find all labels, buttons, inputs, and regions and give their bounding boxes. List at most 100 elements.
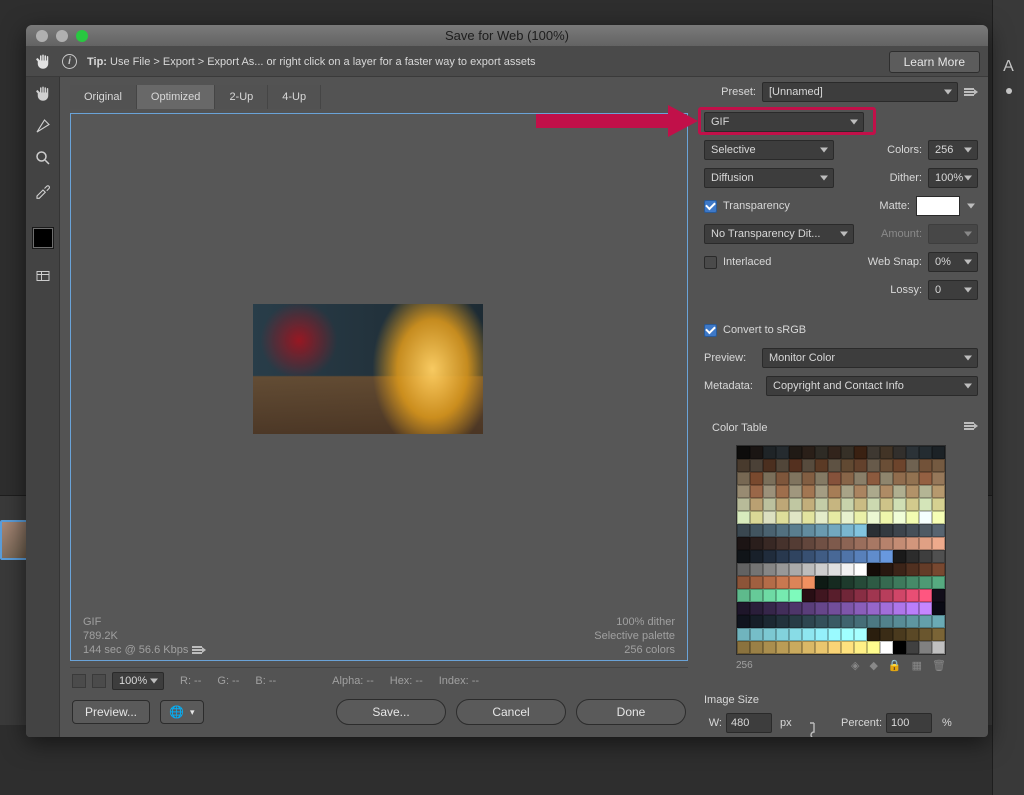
- color-swatch[interactable]: [737, 602, 750, 615]
- color-swatch[interactable]: [919, 602, 932, 615]
- color-swatch[interactable]: [750, 550, 763, 563]
- color-swatch[interactable]: [789, 602, 802, 615]
- color-swatch[interactable]: [763, 576, 776, 589]
- colors-select[interactable]: 256: [928, 140, 978, 160]
- color-swatch[interactable]: [854, 576, 867, 589]
- color-swatch[interactable]: [750, 563, 763, 576]
- color-swatch[interactable]: [880, 498, 893, 511]
- ct-map-icon[interactable]: ◈: [851, 659, 859, 672]
- color-swatch[interactable]: [919, 459, 932, 472]
- color-swatch[interactable]: [828, 524, 841, 537]
- color-swatch[interactable]: [867, 498, 880, 511]
- constrain-proportions-icon[interactable]: [804, 719, 824, 737]
- color-swatch[interactable]: [776, 511, 789, 524]
- color-swatch[interactable]: [789, 498, 802, 511]
- color-swatch[interactable]: [776, 602, 789, 615]
- color-swatch[interactable]: [815, 628, 828, 641]
- color-swatch[interactable]: [789, 641, 802, 654]
- color-swatch[interactable]: [841, 628, 854, 641]
- color-swatch[interactable]: [932, 446, 945, 459]
- learn-more-button[interactable]: Learn More: [889, 51, 980, 73]
- color-swatch[interactable]: [776, 576, 789, 589]
- color-swatch[interactable]: [932, 589, 945, 602]
- color-swatch[interactable]: [815, 615, 828, 628]
- hand-tool-icon[interactable]: [34, 53, 52, 71]
- color-swatch[interactable]: [932, 472, 945, 485]
- color-swatch[interactable]: [906, 511, 919, 524]
- color-swatch[interactable]: [776, 641, 789, 654]
- color-swatch[interactable]: [867, 563, 880, 576]
- color-swatch[interactable]: [815, 537, 828, 550]
- color-swatch[interactable]: [906, 446, 919, 459]
- color-swatch[interactable]: [932, 563, 945, 576]
- color-swatch[interactable]: [737, 446, 750, 459]
- color-swatch[interactable]: [893, 524, 906, 537]
- color-swatch[interactable]: [750, 589, 763, 602]
- color-swatch[interactable]: [841, 615, 854, 628]
- color-swatch[interactable]: [919, 524, 932, 537]
- color-swatch[interactable]: [776, 472, 789, 485]
- color-swatch[interactable]: [893, 615, 906, 628]
- color-swatch[interactable]: [763, 589, 776, 602]
- color-swatch[interactable]: [880, 524, 893, 537]
- preview-area[interactable]: GIF 789.2K 144 sec @ 56.6 Kbps 100% dith…: [70, 113, 688, 661]
- color-swatch[interactable]: [828, 628, 841, 641]
- color-swatch[interactable]: [906, 628, 919, 641]
- color-swatch[interactable]: [932, 459, 945, 472]
- zoom-tool-icon[interactable]: [30, 147, 56, 169]
- color-swatch[interactable]: [750, 511, 763, 524]
- color-swatch[interactable]: [750, 628, 763, 641]
- color-swatch[interactable]: [737, 563, 750, 576]
- color-swatch[interactable]: [906, 615, 919, 628]
- color-swatch[interactable]: [763, 524, 776, 537]
- color-swatch[interactable]: [893, 550, 906, 563]
- download-rate-flyout-icon[interactable]: [192, 644, 206, 656]
- color-swatch[interactable]: [841, 472, 854, 485]
- color-swatch[interactable]: [737, 628, 750, 641]
- color-swatch[interactable]: [841, 537, 854, 550]
- color-swatch[interactable]: [763, 641, 776, 654]
- color-swatch[interactable]: [776, 589, 789, 602]
- transparency-dither-select[interactable]: No Transparency Dit...: [704, 224, 854, 244]
- color-swatch[interactable]: [867, 589, 880, 602]
- slice-visibility-icon[interactable]: [30, 265, 56, 287]
- color-swatch[interactable]: [880, 628, 893, 641]
- color-swatch[interactable]: [763, 511, 776, 524]
- color-swatch[interactable]: [815, 446, 828, 459]
- ct-lock-icon[interactable]: 🔒: [888, 659, 902, 672]
- color-swatch[interactable]: [802, 550, 815, 563]
- color-swatch[interactable]: [841, 563, 854, 576]
- color-swatch[interactable]: [815, 459, 828, 472]
- zoom-in-icon[interactable]: [92, 674, 106, 688]
- color-swatch[interactable]: [815, 511, 828, 524]
- transparency-checkbox[interactable]: [704, 200, 717, 213]
- color-swatch[interactable]: [763, 602, 776, 615]
- preview-profile-select[interactable]: Monitor Color: [762, 348, 978, 368]
- color-swatch[interactable]: [867, 576, 880, 589]
- hand-tool-icon[interactable]: [30, 83, 56, 105]
- lossy-select[interactable]: 0: [928, 280, 978, 300]
- interlaced-checkbox[interactable]: [704, 256, 717, 269]
- color-swatch[interactable]: [776, 563, 789, 576]
- color-swatch[interactable]: [841, 589, 854, 602]
- color-swatch[interactable]: [763, 485, 776, 498]
- color-swatch[interactable]: [932, 498, 945, 511]
- color-swatch[interactable]: [776, 537, 789, 550]
- color-swatch[interactable]: [789, 524, 802, 537]
- color-swatch[interactable]: [763, 615, 776, 628]
- color-swatch[interactable]: [906, 602, 919, 615]
- dither-method-select[interactable]: Diffusion: [704, 168, 834, 188]
- tab-2up[interactable]: 2-Up: [215, 85, 268, 109]
- color-swatch[interactable]: [763, 472, 776, 485]
- color-swatch[interactable]: [919, 498, 932, 511]
- color-swatch[interactable]: [789, 472, 802, 485]
- color-swatch[interactable]: [919, 563, 932, 576]
- slice-select-tool-icon[interactable]: [30, 115, 56, 137]
- eyedropper-color-swatch[interactable]: [32, 227, 54, 249]
- color-swatch[interactable]: [828, 485, 841, 498]
- color-swatch[interactable]: [893, 576, 906, 589]
- color-swatch[interactable]: [737, 511, 750, 524]
- color-swatch[interactable]: [880, 485, 893, 498]
- color-swatch[interactable]: [906, 524, 919, 537]
- color-swatch[interactable]: [802, 576, 815, 589]
